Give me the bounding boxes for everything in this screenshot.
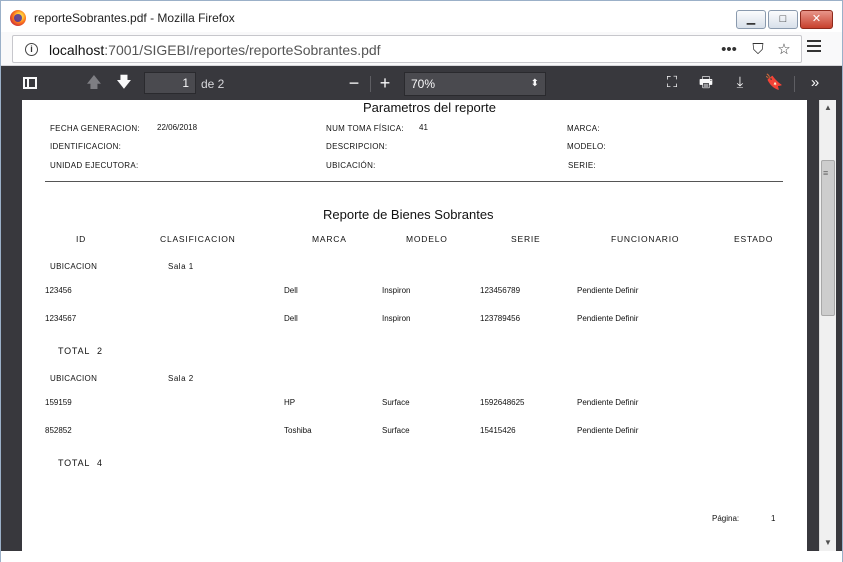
presentation-mode-icon[interactable]: ⛶ [662,73,682,93]
print-icon[interactable]: 🖶 [696,73,716,93]
group-total-value: 2 [97,346,103,356]
window-title: reporteSobrantes.pdf - Mozilla Firefox [34,11,235,25]
unidad-ejecutora-label: UNIDAD EJECUTORA: [50,161,139,170]
close-button[interactable]: ✕ [800,10,833,29]
table-cell-marca: Dell [284,314,298,323]
bookmark-icon[interactable]: 🔖 [764,73,784,93]
tools-menu-icon[interactable]: » [805,73,825,93]
table-cell-serie: 1592648625 [480,398,525,407]
column-header-estado: ESTADO [734,234,774,244]
zoom-in-button[interactable]: + [375,73,395,93]
group-location-value: Sala 2 [168,374,194,383]
table-cell-id: 123456 [45,286,72,295]
zoom-select[interactable]: 70% ⬍ [404,72,546,96]
num-toma-label: NUM TOMA FÍSICA: [326,124,404,133]
navigation-bar: i localhost:7001/SIGEBI/reportes/reporte… [1,32,842,66]
group-total-label: TOTAL [58,346,91,356]
table-cell-modelo: Surface [382,426,410,435]
table-cell-funcionario: Pendiente Definir [577,426,639,435]
previous-page-icon[interactable]: 🡅 [84,73,104,93]
toggle-sidebar-icon[interactable] [20,73,40,93]
vertical-scrollbar[interactable]: ▲ ≡ ▼ [819,100,836,551]
toolbar-divider [370,76,371,92]
fecha-generacion-value: 22/06/2018 [157,123,198,132]
table-cell-modelo: Inspiron [382,286,411,295]
maximize-button[interactable]: □ [768,10,798,29]
next-page-icon[interactable]: 🡇 [114,73,134,93]
scroll-up-icon[interactable]: ▲ [820,100,836,116]
table-cell-marca: Dell [284,286,298,295]
identificacion-label: IDENTIFICACION: [50,142,122,151]
firefox-window: reporteSobrantes.pdf - Mozilla Firefox ▁… [0,0,843,562]
scrollbar-thumb[interactable] [821,160,835,316]
page-label: Página: [712,514,740,523]
column-header-modelo: MODELO [406,234,448,244]
chevron-updown-icon: ⬍ [530,78,539,89]
pdf-page: Parametros del reporte FECHA GENERACION:… [22,100,807,551]
group-location-label: UBICACION [50,374,98,383]
download-icon[interactable]: ⤓ [730,73,750,93]
report-title: Reporte de Bienes Sobrantes [323,207,494,222]
group-location-value: Sala 1 [168,262,194,271]
num-toma-value: 41 [419,123,428,132]
marca-label: MARCA: [567,124,600,133]
table-cell-id: 852852 [45,426,72,435]
minimize-button[interactable]: ▁ [736,10,766,29]
title-bar: reporteSobrantes.pdf - Mozilla Firefox ▁… [1,1,842,32]
info-icon[interactable]: i [25,43,38,56]
table-cell-serie: 15415426 [480,426,516,435]
url-bar[interactable]: i localhost:7001/SIGEBI/reportes/reporte… [12,35,802,63]
group-location-label: UBICACION [50,262,98,271]
section-divider [45,181,783,182]
ubicacion-param-label: UBICACIÓN: [326,161,376,170]
scroll-down-icon[interactable]: ▼ [820,535,836,551]
toolbar-divider [794,76,795,92]
page-actions-icon[interactable]: ••• [718,40,740,60]
page-number: 1 [771,514,776,523]
table-cell-serie: 123456789 [480,286,521,295]
column-header-id: ID [76,234,87,244]
url-path: :7001/SIGEBI/reportes/reporteSobrantes.p… [104,42,381,58]
table-cell-marca: HP [284,398,296,407]
url-text[interactable]: localhost:7001/SIGEBI/reportes/reporteSo… [49,42,381,58]
window-bottom-edge [1,551,842,562]
firefox-logo-icon [10,10,26,26]
zoom-value: 70% [411,77,436,91]
params-title: Parametros del reporte [363,100,496,115]
table-cell-id: 1234567 [45,314,77,323]
column-header-marca: MARCA [312,234,347,244]
table-cell-funcionario: Pendiente Definir [577,286,639,295]
modelo-label: MODELO: [567,142,606,151]
table-cell-id: 159159 [45,398,72,407]
table-cell-funcionario: Pendiente Definir [577,398,639,407]
table-cell-marca: Toshiba [284,426,312,435]
page-count: de 2 [201,77,225,91]
table-cell-serie: 123789456 [480,314,521,323]
table-cell-modelo: Inspiron [382,314,411,323]
table-cell-modelo: Surface [382,398,410,407]
serie-label: SERIE: [568,161,597,170]
descripcion-label: DESCRIPCION: [326,142,388,151]
zoom-out-button[interactable]: − [344,73,364,93]
page-number-input[interactable]: 1 [144,72,196,94]
column-header-funcionario: FUNCIONARIO [611,234,680,244]
column-header-clasificacion: CLASIFICACION [160,234,236,244]
pdf-toolbar: 🡅 🡇 1 de 2 − + 70% ⬍ ⛶ 🖶 ⤓ 🔖 » [1,66,842,100]
pocket-icon[interactable]: ⛉ [747,40,769,60]
grip-icon: ≡ [823,168,829,178]
group-total-value: 4 [97,458,103,468]
fecha-generacion-label: FECHA GENERACION: [50,124,141,133]
table-cell-funcionario: Pendiente Definir [577,314,639,323]
hamburger-menu-icon[interactable] [807,40,821,54]
pdf-viewer[interactable]: Parametros del reporte FECHA GENERACION:… [1,100,842,551]
column-header-serie: SERIE [511,234,541,244]
group-total-label: TOTAL [58,458,91,468]
url-host: localhost [49,42,105,58]
bookmark-star-icon[interactable]: ☆ [773,40,795,60]
